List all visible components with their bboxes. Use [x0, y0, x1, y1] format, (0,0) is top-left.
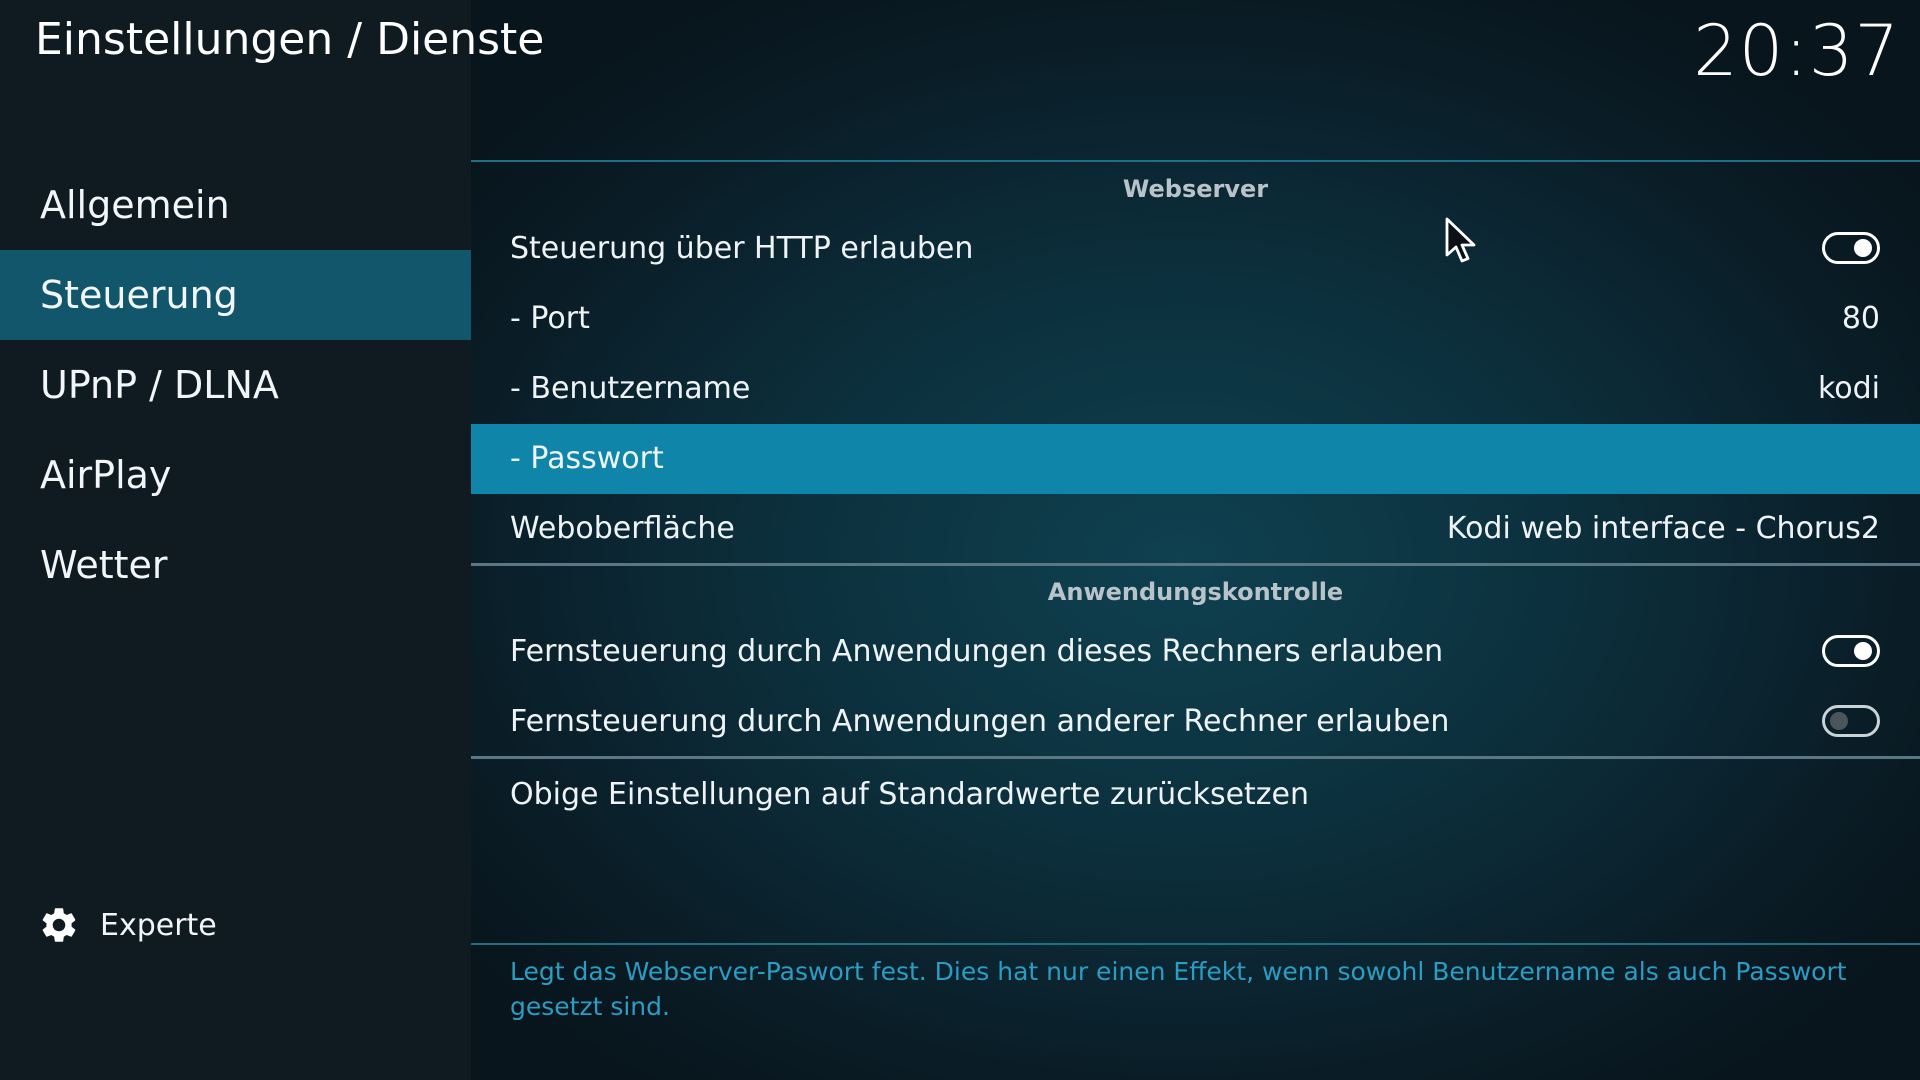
setting-value-username: kodi — [1817, 371, 1880, 406]
gear-icon — [42, 908, 76, 942]
setting-label: Obige Einstellungen auf Standardwerte zu… — [510, 777, 1310, 812]
settings-level-button[interactable]: Experte — [38, 900, 217, 950]
toggle-knob — [1854, 239, 1872, 257]
setting-web-interface[interactable]: Weboberfläche Kodi web interface - Choru… — [471, 494, 1920, 564]
sidebar-item-upnp-dlna[interactable]: UPnP / DLNA — [0, 340, 471, 430]
sidebar-item-airplay[interactable]: AirPlay — [0, 430, 471, 520]
top-divider — [471, 160, 1920, 162]
sidebar-nav: Allgemein Steuerung UPnP / DLNA AirPlay … — [0, 160, 471, 610]
setting-allow-http[interactable]: Steuerung über HTTP erlauben — [471, 214, 1920, 284]
group-header-app-control: Anwendungskontrolle — [1047, 578, 1344, 606]
toggle-switch-local-control[interactable] — [1822, 635, 1880, 667]
setting-label: - Port — [510, 301, 590, 336]
setting-username[interactable]: - Benutzername kodi — [471, 354, 1920, 424]
setting-label: - Passwort — [510, 441, 664, 476]
toggle-switch-allow-http[interactable] — [1822, 232, 1880, 264]
group-header-webserver: Webserver — [1122, 175, 1269, 203]
group-divider — [471, 563, 1920, 566]
sidebar: Allgemein Steuerung UPnP / DLNA AirPlay … — [0, 0, 471, 1080]
setting-description: Legt das Webserver-Paswort fest. Dies ha… — [510, 957, 1847, 1021]
page-title: Einstellungen / Dienste — [35, 14, 545, 65]
setting-remote-machines-control[interactable]: Fernsteuerung durch Anwendungen anderer … — [471, 687, 1920, 757]
sidebar-item-steuerung[interactable]: Steuerung — [0, 250, 471, 340]
toggle-knob — [1830, 712, 1848, 730]
sidebar-item-wetter[interactable]: Wetter — [0, 520, 471, 610]
mouse-pointer-icon — [1445, 217, 1476, 263]
toggle-switch-remote-control[interactable] — [1822, 705, 1880, 737]
setting-value-port: 80 — [1841, 301, 1880, 336]
setting-port[interactable]: - Port 80 — [471, 284, 1920, 354]
expert-label: Experte — [100, 907, 217, 943]
toggle-knob — [1854, 642, 1872, 660]
setting-value-web-interface: Kodi web interface - Chorus2 — [1446, 511, 1880, 546]
settings-screen: Allgemein Steuerung UPnP / DLNA AirPlay … — [0, 0, 1920, 1080]
settings-list: Webserver Steuerung über HTTP erlauben -… — [471, 0, 1920, 1080]
group-divider — [471, 756, 1920, 759]
setting-password[interactable]: - Passwort — [471, 424, 1920, 494]
setting-label: Steuerung über HTTP erlauben — [510, 231, 974, 266]
setting-label: Fernsteuerung durch Anwendungen anderer … — [510, 704, 1450, 739]
reset-defaults-button[interactable]: Obige Einstellungen auf Standardwerte zu… — [471, 760, 1920, 830]
setting-label: - Benutzername — [510, 371, 751, 406]
description-divider — [471, 943, 1920, 945]
setting-label: Weboberfläche — [510, 511, 735, 546]
setting-label: Fernsteuerung durch Anwendungen dieses R… — [510, 634, 1444, 669]
setting-local-remote-control[interactable]: Fernsteuerung durch Anwendungen dieses R… — [471, 617, 1920, 687]
sidebar-item-allgemein[interactable]: Allgemein — [0, 160, 471, 250]
